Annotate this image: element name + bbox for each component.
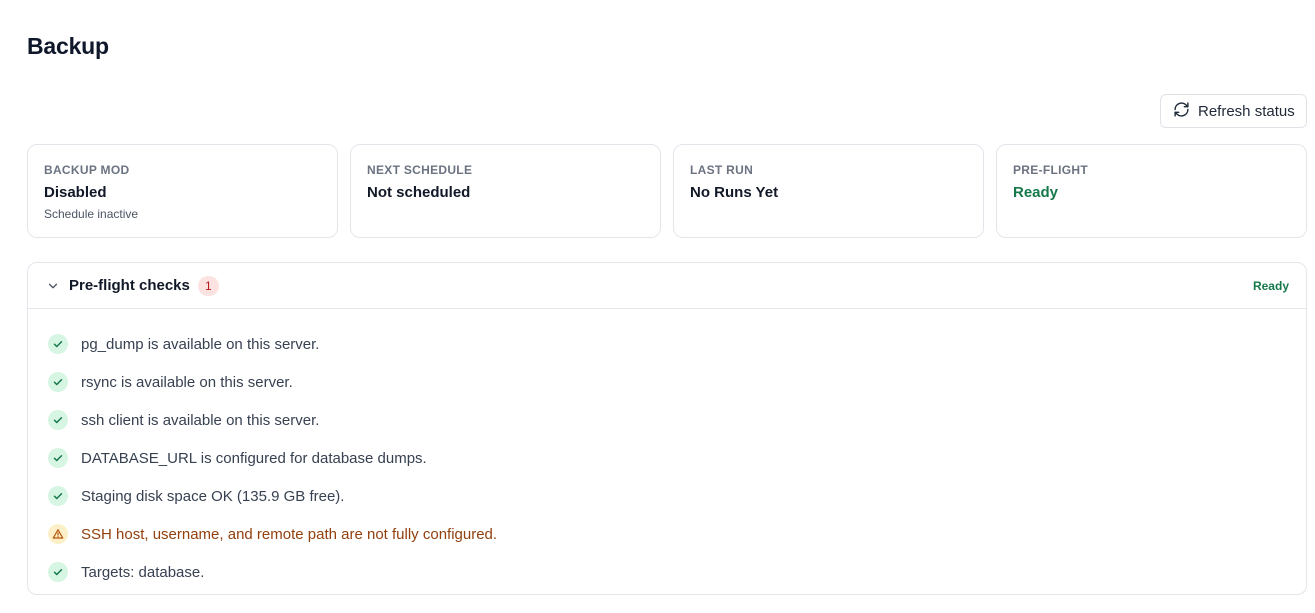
status-cards: BACKUP MOD Disabled Schedule inactive NE… [27, 144, 1307, 238]
check-icon [48, 448, 68, 468]
check-text: Staging disk space OK (135.9 GB free). [81, 487, 345, 505]
card-value: No Runs Yet [690, 184, 779, 201]
check-item: pg_dump is available on this server. [28, 325, 1306, 363]
check-item: DATABASE_URL is configured for database … [28, 439, 1306, 477]
issue-count-badge: 1 [197, 275, 219, 296]
check-text: SSH host, username, and remote path are … [81, 525, 498, 543]
check-icon [48, 334, 68, 354]
check-item: Staging disk space OK (135.9 GB free). [28, 477, 1306, 515]
preflight-header[interactable]: Pre-flight checks 1 Ready [28, 263, 1306, 309]
check-icon [48, 486, 68, 506]
check-text: rsync is available on this server. [81, 373, 293, 391]
check-text: ssh client is available on this server. [81, 411, 320, 429]
check-text: Targets: database. [81, 563, 205, 581]
card-value: Not scheduled [367, 184, 471, 201]
card-backup-mode: BACKUP MOD Disabled Schedule inactive [27, 144, 338, 238]
card-label: LAST RUN [690, 163, 754, 177]
check-item: rsync is available on this server. [28, 363, 1306, 401]
refresh-icon [1173, 101, 1190, 122]
check-icon [48, 372, 68, 392]
check-icon [48, 410, 68, 430]
warning-icon [48, 524, 68, 544]
check-item: Targets: database. [28, 553, 1306, 591]
check-item-warning: SSH host, username, and remote path are … [28, 515, 1306, 553]
preflight-status: Ready [1252, 279, 1289, 293]
chevron-down-icon[interactable] [46, 279, 60, 293]
page-title: Backup [27, 33, 109, 59]
refresh-status-button[interactable]: Refresh status [1160, 94, 1307, 128]
check-text: DATABASE_URL is configured for database … [81, 449, 427, 467]
card-subtext: Schedule inactive [44, 207, 139, 221]
backup-page: Backup Refresh status BACKUP MOD Disable… [0, 0, 1315, 613]
check-icon [48, 562, 68, 582]
card-label: PRE-FLIGHT [1013, 163, 1088, 177]
card-value: Disabled [44, 184, 107, 201]
preflight-panel: Pre-flight checks 1 Ready pg_dump is ava… [27, 262, 1307, 595]
card-value: Ready [1013, 184, 1059, 201]
card-label: BACKUP MOD [44, 163, 130, 177]
preflight-check-list: pg_dump is available on this server. rsy… [28, 309, 1306, 591]
card-last-run: LAST RUN No Runs Yet [673, 144, 984, 238]
refresh-status-label: Refresh status [1198, 102, 1295, 120]
card-label: NEXT SCHEDULE [367, 163, 473, 177]
check-item: ssh client is available on this server. [28, 401, 1306, 439]
check-text: pg_dump is available on this server. [81, 335, 320, 353]
card-next-schedule: NEXT SCHEDULE Not scheduled [350, 144, 661, 238]
card-pre-flight: PRE-FLIGHT Ready [996, 144, 1307, 238]
preflight-title: Pre-flight checks [69, 277, 190, 294]
